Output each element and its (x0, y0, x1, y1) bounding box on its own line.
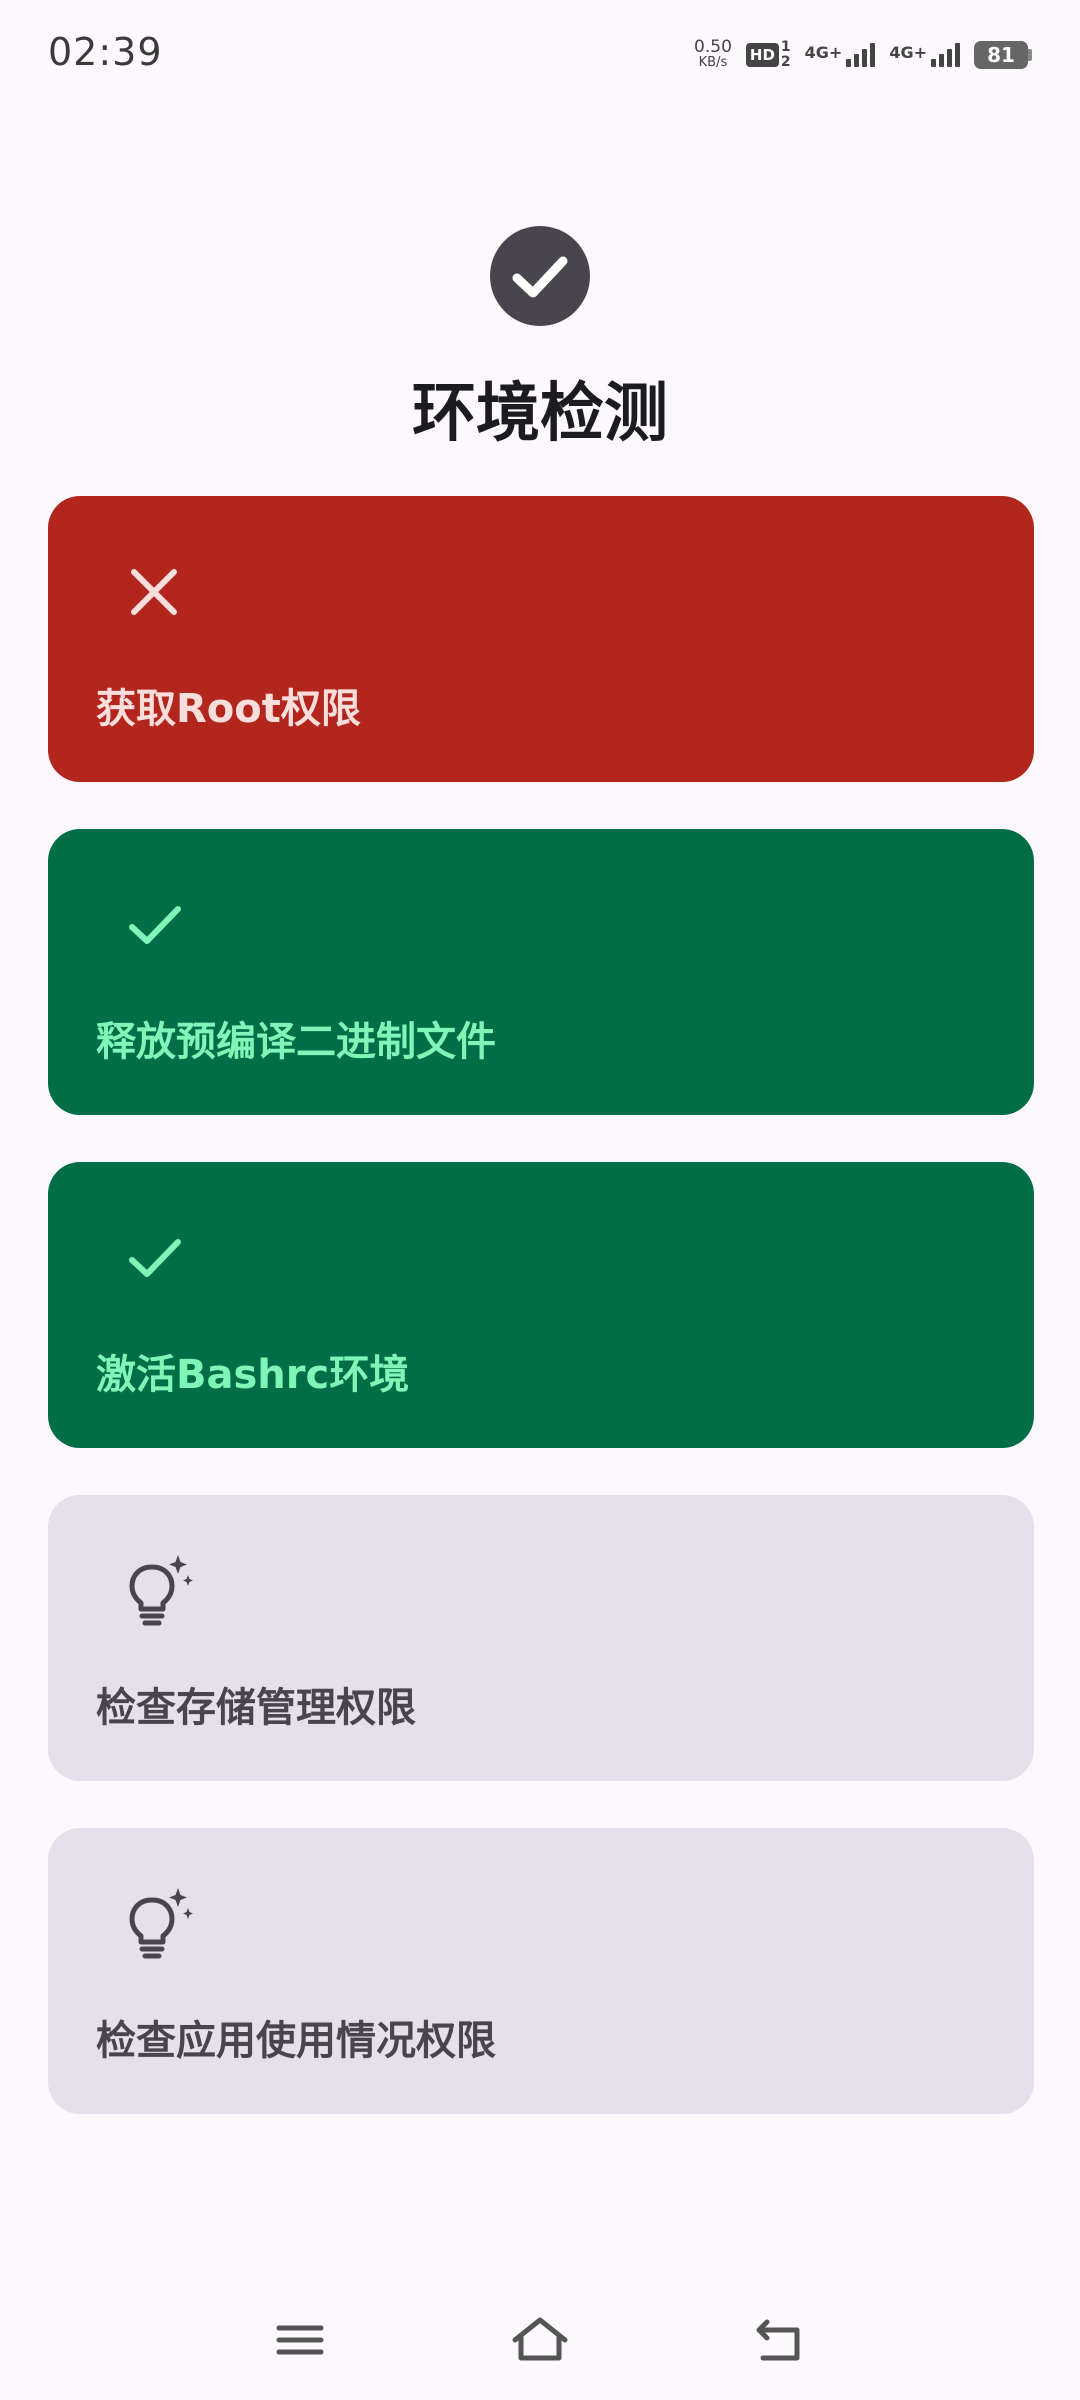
signal-bars-sim1 (846, 43, 876, 67)
hd-sim-indicator: 1 2 (781, 40, 791, 70)
network-speed: 0.50 KB/s (694, 39, 732, 71)
lightbulb-sparkle-icon (129, 1555, 193, 1626)
check-label: 检查应用使用情况权限 (96, 2018, 496, 2064)
network-speed-unit: KB/s (698, 55, 728, 70)
check-icon (129, 906, 181, 944)
menu-icon[interactable] (265, 2310, 335, 2370)
status-bar: 02:39 0.50 KB/s HD 1 2 4G+ 4G+ 81 (0, 0, 1080, 110)
close-icon (131, 569, 177, 615)
status-time: 02:39 (48, 30, 163, 74)
check-label: 释放预编译二进制文件 (96, 1019, 496, 1065)
check-card-usage-stats[interactable]: 检查应用使用情况权限 (48, 1828, 1034, 2114)
signal-icon-sim1: 4G+ (805, 43, 876, 67)
check-label: 激活Bashrc环境 (96, 1352, 410, 1398)
check-icon (129, 1239, 181, 1277)
battery-level: 81 (974, 41, 1028, 69)
hd-voice-icon: HD 1 2 (745, 40, 791, 70)
signal-label-sim2: 4G+ (889, 43, 927, 62)
screen: 02:39 0.50 KB/s HD 1 2 4G+ 4G+ 81 环境检测 获… (0, 0, 1080, 2400)
status-indicators: 0.50 KB/s HD 1 2 4G+ 4G+ 81 (694, 32, 1032, 78)
hd-sim-bottom: 2 (780, 54, 791, 70)
page-title: 环境检测 (412, 377, 668, 451)
back-icon[interactable] (745, 2310, 815, 2370)
check-card-binaries[interactable]: 释放预编译二进制文件 (48, 829, 1034, 1115)
check-card-storage[interactable]: 检查存储管理权限 (48, 1495, 1034, 1781)
battery-icon: 81 (974, 41, 1032, 69)
hd-label: HD (745, 43, 779, 67)
check-label: 获取Root权限 (96, 686, 361, 732)
signal-icon-sim2: 4G+ (889, 43, 960, 67)
check-circle-icon (490, 226, 590, 326)
signal-bars-sim2 (931, 43, 960, 67)
lightbulb-sparkle-icon (129, 1888, 193, 1959)
check-card-bashrc[interactable]: 激活Bashrc环境 (48, 1162, 1034, 1448)
hd-sim-top: 1 (780, 39, 791, 55)
network-speed-value: 0.50 (694, 37, 732, 57)
navigation-bar (0, 2290, 1080, 2390)
signal-label-sim1: 4G+ (804, 43, 843, 62)
home-icon[interactable] (505, 2310, 575, 2370)
check-card-root[interactable]: 获取Root权限 (48, 496, 1034, 782)
check-label: 检查存储管理权限 (96, 1685, 416, 1731)
